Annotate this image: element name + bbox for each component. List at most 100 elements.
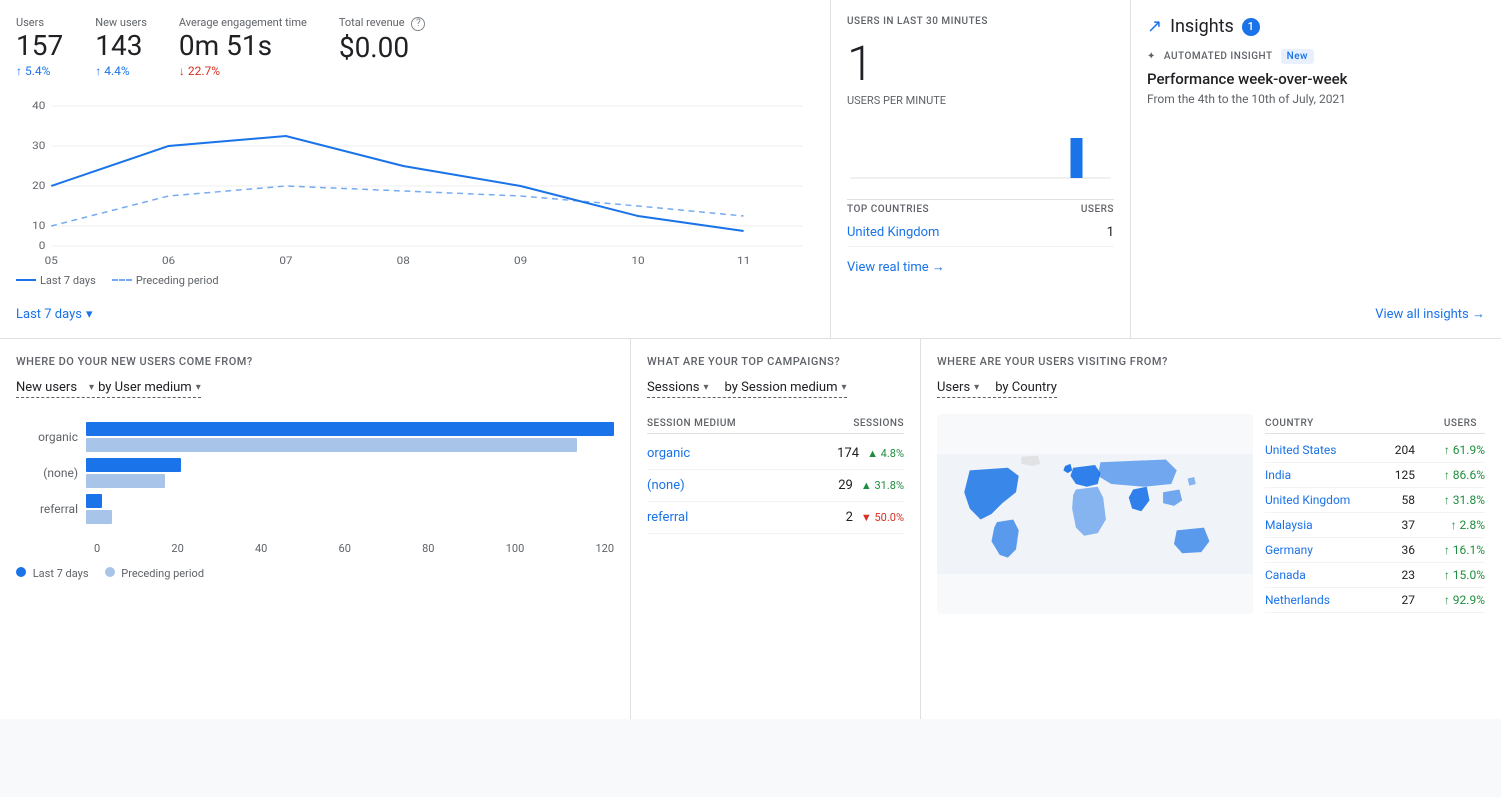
time-selector[interactable]: Last 7 days ▾ bbox=[16, 307, 93, 322]
time-selector-label: Last 7 days bbox=[16, 307, 82, 322]
ct-malaysia-name: Malaysia bbox=[1265, 518, 1375, 532]
metrics-chart-panel: Users 157 5.4% New users 143 4.4% bbox=[0, 0, 831, 338]
bar-group-referral bbox=[86, 494, 614, 524]
campaign-row-referral: referral 2 ▼ 50.0% bbox=[647, 502, 904, 534]
svg-text:09: 09 bbox=[514, 255, 527, 266]
ct-us-val: 204 bbox=[1375, 443, 1415, 457]
users-per-minute-label: USERS PER MINUTE bbox=[847, 94, 1114, 107]
campaign-none-name: (none) bbox=[647, 478, 685, 493]
ct-us-name: United States bbox=[1265, 443, 1375, 457]
country-table-header: COUNTRY USERS bbox=[1265, 414, 1485, 434]
ct-india-name: India bbox=[1265, 468, 1375, 482]
geo-dropdown-arrow: ▾ bbox=[974, 382, 979, 393]
bar-light-none bbox=[86, 474, 165, 488]
bar-label-referral: referral bbox=[16, 502, 86, 516]
insight-subtitle: From the 4th to the 10th of July, 2021 bbox=[1147, 92, 1485, 106]
view-realtime-link[interactable]: View real time → bbox=[847, 259, 1114, 275]
campaign-none-change: ▲ 31.8% bbox=[861, 479, 904, 492]
realtime-count: 1 bbox=[847, 35, 1114, 92]
geo-content: COUNTRY USERS United States 204 ↑ 61.9% … bbox=[937, 414, 1485, 626]
automated-label: AUTOMATED INSIGHT bbox=[1164, 51, 1273, 62]
ct-row-us: United States 204 ↑ 61.9% bbox=[1265, 438, 1485, 463]
users-value: 157 bbox=[16, 31, 63, 62]
svg-text:0: 0 bbox=[39, 240, 46, 252]
ct-malaysia-change: ↑ 2.8% bbox=[1415, 518, 1485, 532]
new-users-change: 4.4% bbox=[95, 64, 147, 78]
realtime-panel: USERS IN LAST 30 MINUTES 1 USERS PER MIN… bbox=[831, 0, 1131, 338]
bar-row-organic: organic bbox=[16, 422, 614, 452]
svg-text:07: 07 bbox=[279, 255, 292, 266]
geo-dropdown[interactable]: Users ▾ by Country bbox=[937, 380, 1057, 398]
engagement-down-arrow bbox=[179, 64, 185, 78]
svg-text:10: 10 bbox=[631, 255, 644, 266]
chart-legend: Last 7 days Preceding period bbox=[16, 274, 814, 287]
bar-light-referral bbox=[86, 510, 112, 524]
svg-text:20: 20 bbox=[32, 180, 45, 192]
ct-uk-change: ↑ 31.8% bbox=[1415, 493, 1485, 507]
realtime-title: USERS IN LAST 30 MINUTES bbox=[847, 16, 1114, 27]
campaigns-section-title: WHAT ARE YOUR TOP CAMPAIGNS? bbox=[647, 355, 904, 368]
country-uk-name: United Kingdom bbox=[847, 225, 939, 240]
new-users-value: 143 bbox=[95, 31, 147, 62]
campaign-none-sessions: 29 bbox=[838, 478, 853, 493]
top-countries-header: TOP COUNTRIES USERS bbox=[847, 199, 1114, 219]
ct-germany-change: ↑ 16.1% bbox=[1415, 543, 1485, 557]
users-col-label: USERS bbox=[1081, 204, 1114, 215]
top-row: Users 157 5.4% New users 143 4.4% bbox=[0, 0, 1501, 339]
campaigns-by-arrow: ▾ bbox=[842, 382, 847, 393]
engagement-value: 0m 51s bbox=[179, 31, 307, 62]
metric-users: Users 157 5.4% bbox=[16, 16, 63, 78]
bar-x-axis: 0 20 40 60 80 100 120 bbox=[16, 542, 614, 555]
svg-text:11: 11 bbox=[737, 255, 750, 266]
campaigns-dropdown-arrow: ▾ bbox=[704, 382, 709, 393]
campaign-organic-sessions: 174 bbox=[837, 446, 859, 461]
ct-germany-name: Germany bbox=[1265, 543, 1375, 557]
bar-solid-referral bbox=[86, 494, 102, 508]
campaigns-panel: WHAT ARE YOUR TOP CAMPAIGNS? Sessions ▾ … bbox=[631, 339, 921, 719]
insights-title-label: Insights bbox=[1170, 16, 1234, 37]
legend-preceding-line bbox=[112, 279, 132, 281]
ct-netherlands-val: 27 bbox=[1375, 593, 1415, 607]
bar-chart-legend: Last 7 days Preceding period bbox=[16, 567, 614, 580]
country-uk-users: 1 bbox=[1107, 225, 1114, 240]
map-svg bbox=[937, 414, 1253, 614]
ct-germany-val: 36 bbox=[1375, 543, 1415, 557]
campaign-row-none: (none) 29 ▲ 31.8% bbox=[647, 470, 904, 502]
new-users-dropdown[interactable]: New users ▾ by User medium ▾ bbox=[16, 380, 201, 398]
ct-uk-val: 58 bbox=[1375, 493, 1415, 507]
campaign-none-right: 29 ▲ 31.8% bbox=[838, 478, 904, 493]
engagement-change: 22.7% bbox=[179, 64, 307, 78]
ct-row-malaysia: Malaysia 37 ↑ 2.8% bbox=[1265, 513, 1485, 538]
campaign-referral-name: referral bbox=[647, 510, 688, 525]
engagement-label: Average engagement time bbox=[179, 16, 307, 29]
campaign-organic-change: ▲ 4.8% bbox=[867, 447, 904, 460]
campaign-organic-name: organic bbox=[647, 446, 690, 461]
ct-canada-name: Canada bbox=[1265, 568, 1375, 582]
country-col-header: COUNTRY bbox=[1265, 418, 1314, 429]
campaigns-table-header: SESSION MEDIUM SESSIONS bbox=[647, 414, 904, 434]
dropdown-arrow-2: ▾ bbox=[196, 382, 201, 393]
campaigns-dropdown[interactable]: Sessions ▾ by Session medium ▾ bbox=[647, 380, 847, 398]
insights-title-row: ↗ Insights 1 bbox=[1147, 16, 1485, 37]
metric-new-users: New users 143 4.4% bbox=[95, 16, 147, 78]
ct-row-india: India 125 ↑ 86.6% bbox=[1265, 463, 1485, 488]
insights-panel: ↗ Insights 1 ✦ AUTOMATED INSIGHT New Per… bbox=[1131, 0, 1501, 338]
bottom-row: WHERE DO YOUR NEW USERS COME FROM? New u… bbox=[0, 339, 1501, 719]
ct-row-netherlands: Netherlands 27 ↑ 92.9% bbox=[1265, 588, 1485, 613]
users-up-arrow bbox=[16, 64, 22, 78]
dashboard: Users 157 5.4% New users 143 4.4% bbox=[0, 0, 1501, 719]
svg-text:Jul: Jul bbox=[43, 265, 59, 266]
users-change-value: 5.4% bbox=[25, 64, 50, 78]
bar-solid-organic bbox=[86, 422, 614, 436]
legend-solid-dot bbox=[16, 567, 26, 577]
svg-text:30: 30 bbox=[32, 140, 45, 152]
revenue-label: Total revenue ? bbox=[339, 16, 425, 31]
chart-svg: 40 30 20 10 0 05 Jul 06 07 08 09 10 bbox=[16, 86, 814, 266]
view-all-insights-link[interactable]: View all insights → bbox=[1375, 306, 1485, 322]
geo-section-title: WHERE ARE YOUR USERS VISITING FROM? bbox=[937, 355, 1485, 368]
ct-canada-val: 23 bbox=[1375, 568, 1415, 582]
new-badge: New bbox=[1281, 49, 1314, 64]
horiz-bar-chart: organic (none) referral bbox=[16, 414, 614, 538]
engagement-change-value: 22.7% bbox=[188, 64, 220, 78]
campaign-referral-change: ▼ 50.0% bbox=[861, 511, 904, 524]
